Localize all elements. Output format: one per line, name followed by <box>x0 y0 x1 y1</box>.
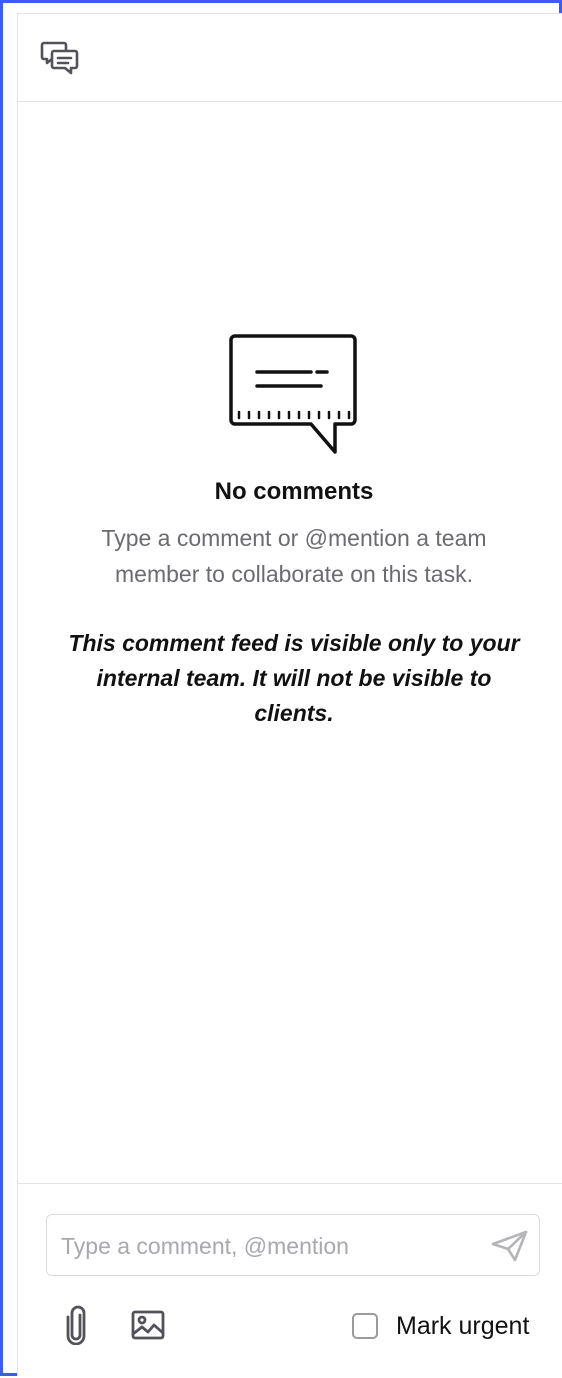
comment-input[interactable] <box>59 1215 483 1277</box>
comment-composer: Mark urgent <box>18 1183 562 1378</box>
visibility-note: This comment feed is visible only to you… <box>68 630 520 726</box>
empty-state-description: Type a comment or @mention a team member… <box>101 525 487 587</box>
empty-state-title: No comments <box>214 478 374 505</box>
insert-image-button[interactable] <box>128 1304 168 1346</box>
app-frame: No comments Type a comment or @mention a… <box>0 0 562 1376</box>
panel-header <box>18 14 562 102</box>
attach-file-button[interactable] <box>56 1304 96 1346</box>
comment-bubble-illustration <box>229 334 357 454</box>
empty-state: No comments Type a comment or @mention a… <box>18 334 562 731</box>
comments-icon[interactable] <box>40 38 80 78</box>
mark-urgent-checkbox[interactable]: Mark urgent <box>352 1308 529 1344</box>
mark-urgent-label: Mark urgent <box>396 1311 530 1340</box>
paperclip-icon <box>66 1305 86 1345</box>
urgent-checkbox-box[interactable] <box>352 1313 378 1339</box>
image-icon <box>131 1310 165 1340</box>
comment-box <box>46 1214 540 1277</box>
comments-panel: No comments Type a comment or @mention a… <box>17 13 562 1376</box>
send-icon <box>491 1230 528 1262</box>
send-button[interactable] <box>491 1228 529 1264</box>
